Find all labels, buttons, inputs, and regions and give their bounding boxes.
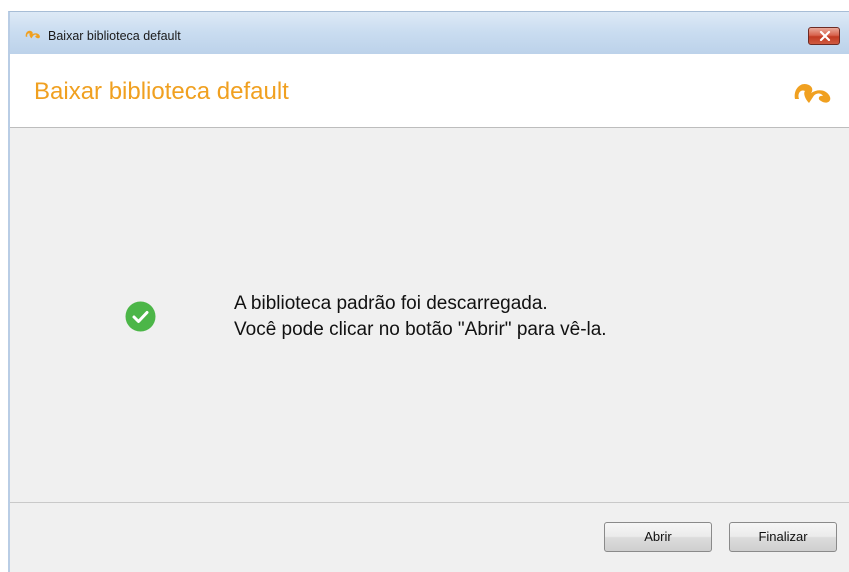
window-title: Baixar biblioteca default bbox=[48, 29, 181, 43]
status-message: A biblioteca padrão foi descarregada. Vo… bbox=[234, 291, 607, 343]
seaside-logo-icon bbox=[25, 30, 40, 39]
finish-button[interactable]: Finalizar bbox=[729, 522, 837, 552]
wizard-header: Baixar biblioteca default bbox=[10, 54, 849, 128]
close-icon bbox=[819, 31, 831, 41]
page-title: Baixar biblioteca default bbox=[34, 78, 289, 105]
checkmark-circle-icon bbox=[125, 301, 156, 332]
seaside-logo-icon bbox=[794, 83, 831, 103]
open-button[interactable]: Abrir bbox=[604, 522, 712, 552]
message-line-1: A biblioteca padrão foi descarregada. bbox=[234, 293, 548, 314]
message-line-2: Você pode clicar no botão "Abrir" para v… bbox=[234, 319, 607, 340]
title-bar[interactable]: Baixar biblioteca default bbox=[10, 12, 849, 54]
dialog-window: Baixar biblioteca default Baixar bibliot… bbox=[8, 11, 849, 572]
content-area: A biblioteca padrão foi descarregada. Vo… bbox=[10, 128, 849, 502]
close-button[interactable] bbox=[808, 27, 840, 45]
button-bar: Abrir Finalizar bbox=[10, 502, 849, 572]
